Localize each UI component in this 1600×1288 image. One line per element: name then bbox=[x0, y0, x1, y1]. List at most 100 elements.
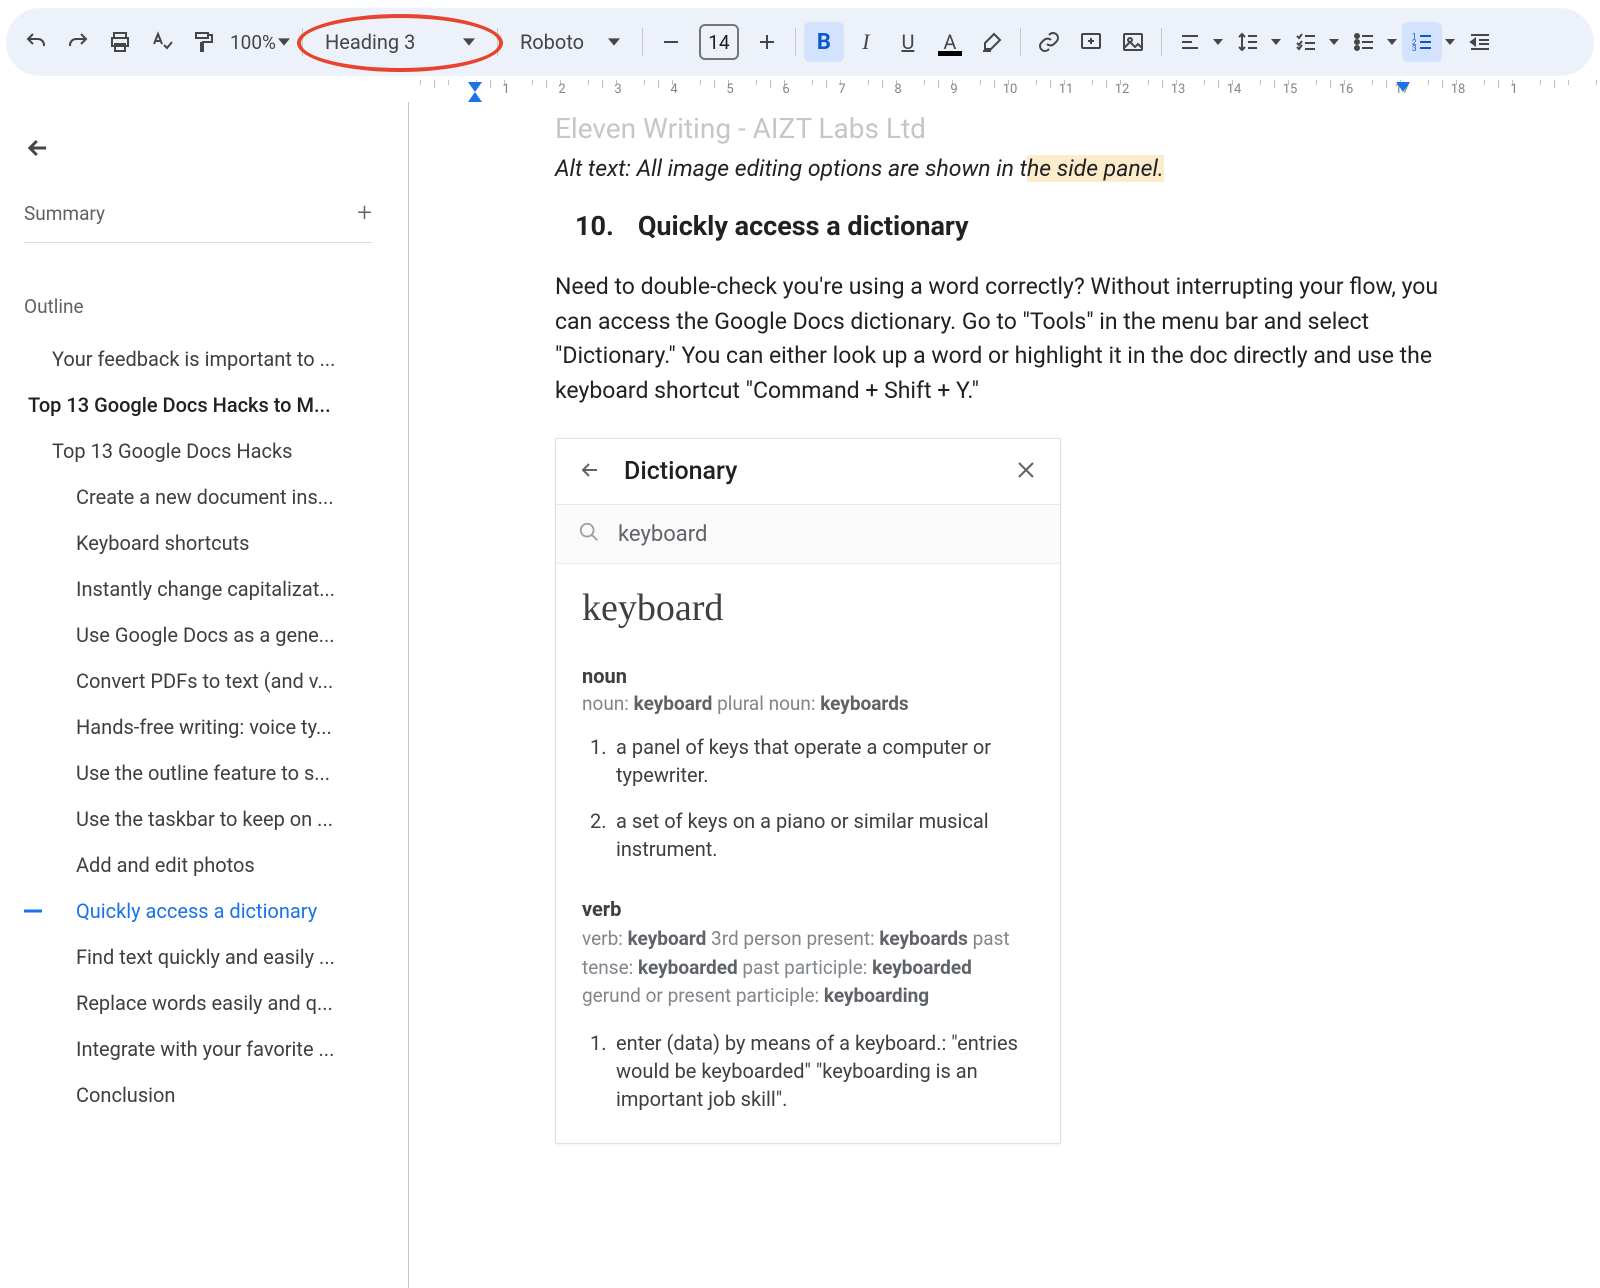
noun-forms: noun: keyboard plural noun: keyboards bbox=[582, 692, 1034, 715]
text-color-button[interactable]: A bbox=[930, 22, 970, 62]
line-spacing-dropdown[interactable] bbox=[1268, 39, 1284, 45]
dictionary-header: Dictionary bbox=[556, 439, 1060, 505]
paragraph-style-select[interactable]: Heading 3 bbox=[311, 20, 489, 64]
dictionary-search[interactable]: keyboard bbox=[556, 505, 1060, 564]
summary-row[interactable]: Summary + bbox=[24, 198, 372, 243]
insert-image-button[interactable] bbox=[1113, 22, 1153, 62]
paragraph-style-value: Heading 3 bbox=[325, 30, 415, 54]
ruler-number: 13 bbox=[1171, 82, 1186, 97]
zoom-select[interactable]: 100% bbox=[226, 31, 294, 54]
outline-item[interactable]: Add and edit photos bbox=[24, 842, 380, 888]
print-button[interactable] bbox=[100, 22, 140, 62]
insert-link-button[interactable] bbox=[1029, 22, 1069, 62]
italic-button[interactable]: I bbox=[846, 22, 886, 62]
paint-format-button[interactable] bbox=[184, 22, 224, 62]
checklist-button[interactable] bbox=[1286, 22, 1326, 62]
ruler-number: 8 bbox=[894, 82, 901, 97]
outline-list: Your feedback is important to ...Top 13 … bbox=[24, 336, 380, 1118]
numbered-list-button[interactable]: 123 bbox=[1402, 22, 1442, 62]
ruler-number: 3 bbox=[614, 82, 621, 97]
ruler-number: 12 bbox=[1115, 82, 1130, 97]
dictionary-search-value: keyboard bbox=[618, 522, 707, 547]
outline-item[interactable]: Hands-free writing: voice ty... bbox=[24, 704, 380, 750]
outline-item[interactable]: Convert PDFs to text (and v... bbox=[24, 658, 380, 704]
ruler[interactable]: 1234567891011121314151617181 bbox=[408, 80, 1600, 102]
add-summary-icon[interactable]: + bbox=[357, 198, 372, 228]
align-button[interactable] bbox=[1170, 22, 1210, 62]
align-dropdown[interactable] bbox=[1210, 39, 1226, 45]
outline-item[interactable]: Keyboard shortcuts bbox=[24, 520, 380, 566]
outline-item[interactable]: Create a new document ins... bbox=[24, 474, 380, 520]
outline-item[interactable]: Conclusion bbox=[24, 1072, 380, 1118]
undo-button[interactable] bbox=[16, 22, 56, 62]
summary-label: Summary bbox=[24, 202, 105, 225]
verb-forms: verb: keyboard 3rd person present: keybo… bbox=[582, 925, 1034, 1011]
definition-item: 1.enter (data) by means of a keyboard.: … bbox=[590, 1029, 1034, 1113]
outline-back-button[interactable] bbox=[24, 134, 380, 166]
heading-3: 10. Quickly access a dictionary bbox=[555, 210, 1460, 242]
search-icon bbox=[578, 521, 600, 547]
increase-font-size-button[interactable] bbox=[747, 22, 787, 62]
outline-item[interactable]: Integrate with your favorite ... bbox=[24, 1026, 380, 1072]
font-family-select[interactable]: Roboto bbox=[506, 20, 634, 64]
svg-text:3: 3 bbox=[1412, 44, 1417, 53]
decrease-indent-button[interactable] bbox=[1460, 22, 1500, 62]
outline-item[interactable]: Use the taskbar to keep on ... bbox=[24, 796, 380, 842]
spellcheck-button[interactable] bbox=[142, 22, 182, 62]
insert-comment-button[interactable] bbox=[1071, 22, 1111, 62]
decrease-font-size-button[interactable] bbox=[651, 22, 691, 62]
outline-item[interactable]: Replace words easily and q... bbox=[24, 980, 380, 1026]
definition-item: 1.a panel of keys that operate a compute… bbox=[590, 733, 1034, 789]
dictionary-word: keyboard bbox=[582, 586, 1034, 630]
font-family-value: Roboto bbox=[520, 30, 584, 54]
definition-item: 2.a set of keys on a piano or similar mu… bbox=[590, 807, 1034, 863]
separator bbox=[497, 28, 498, 56]
ruler-number: 1 bbox=[1510, 82, 1517, 97]
alt-text-line: Alt text: All image editing options are … bbox=[555, 155, 1460, 182]
checklist-dropdown[interactable] bbox=[1326, 39, 1342, 45]
ruler-right-indent[interactable] bbox=[1396, 82, 1410, 92]
ruler-first-line-indent[interactable] bbox=[468, 82, 482, 92]
heading-number: 10. bbox=[555, 210, 614, 242]
ruler-number: 6 bbox=[782, 82, 789, 97]
outline-item[interactable]: Top 13 Google Docs Hacks bbox=[24, 428, 380, 474]
separator bbox=[1161, 28, 1162, 56]
dictionary-panel: Dictionary keyboard keyboard noun noun: … bbox=[555, 438, 1061, 1144]
body-paragraph: Need to double-check you're using a word… bbox=[555, 270, 1460, 408]
ruler-number: 11 bbox=[1059, 82, 1074, 97]
outline-item[interactable]: Instantly change capitalizat... bbox=[24, 566, 380, 612]
noun-definitions: 1.a panel of keys that operate a compute… bbox=[582, 733, 1034, 863]
outline-item[interactable]: Top 13 Google Docs Hacks to M... bbox=[24, 382, 380, 428]
redo-button[interactable] bbox=[58, 22, 98, 62]
bulleted-list-dropdown[interactable] bbox=[1384, 39, 1400, 45]
outline-item[interactable]: Quickly access a dictionary bbox=[24, 888, 380, 934]
pos-noun-label: noun bbox=[582, 664, 1034, 688]
font-size-input[interactable]: 14 bbox=[699, 24, 739, 60]
outline-active-indicator bbox=[24, 910, 42, 913]
outline-item[interactable]: Use Google Docs as a gene... bbox=[24, 612, 380, 658]
outline-panel: Summary + Outline Your feedback is impor… bbox=[0, 110, 400, 1288]
numbered-list-dropdown[interactable] bbox=[1442, 39, 1458, 45]
underline-button[interactable]: U bbox=[888, 22, 928, 62]
bold-button[interactable]: B bbox=[804, 22, 844, 62]
dictionary-back-icon[interactable] bbox=[578, 458, 602, 486]
heading-text: Quickly access a dictionary bbox=[638, 210, 969, 242]
ruler-number: 1 bbox=[502, 82, 509, 97]
bulleted-list-button[interactable] bbox=[1344, 22, 1384, 62]
toolbar: 100% Heading 3 Roboto 14 B I U A bbox=[6, 8, 1594, 76]
doc-header: Eleven Writing - AIZT Labs Ltd bbox=[555, 112, 1460, 145]
zoom-value: 100% bbox=[230, 31, 276, 54]
ruler-number: 9 bbox=[950, 82, 957, 97]
separator bbox=[642, 28, 643, 56]
outline-item[interactable]: Find text quickly and easily ... bbox=[24, 934, 380, 980]
ruler-number: 4 bbox=[670, 82, 677, 97]
ruler-left-indent[interactable] bbox=[468, 92, 482, 102]
highlight-color-button[interactable] bbox=[972, 22, 1012, 62]
outline-item[interactable]: Your feedback is important to ... bbox=[24, 336, 380, 382]
outline-item[interactable]: Use the outline feature to s... bbox=[24, 750, 380, 796]
dictionary-close-icon[interactable] bbox=[1014, 458, 1038, 486]
document-area[interactable]: Eleven Writing - AIZT Labs Ltd Alt text:… bbox=[408, 102, 1600, 1288]
ruler-number: 2 bbox=[558, 82, 565, 97]
ruler-number: 15 bbox=[1283, 82, 1298, 97]
line-spacing-button[interactable] bbox=[1228, 22, 1268, 62]
